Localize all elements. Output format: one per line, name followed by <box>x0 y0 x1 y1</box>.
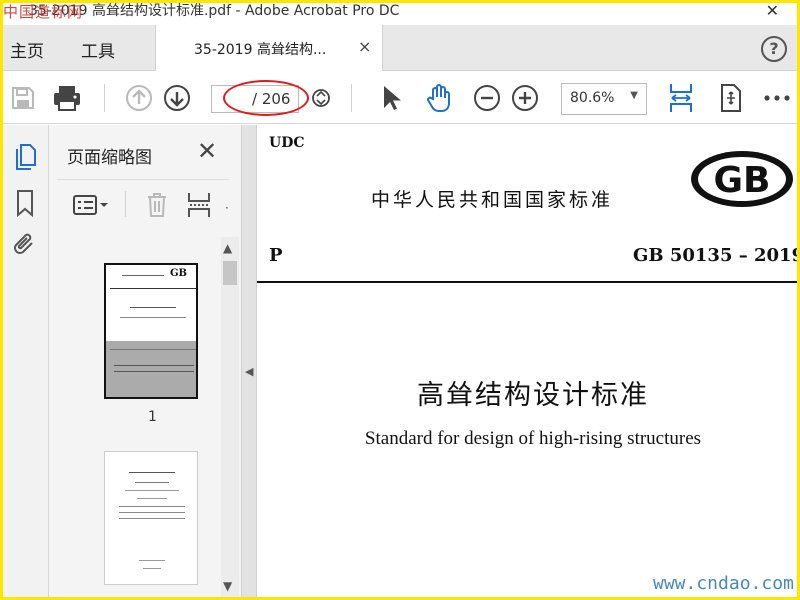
panel-more-icon[interactable]: · <box>225 201 229 215</box>
tab-row: 主页 工具 35-2019 高耸结构... × ? <box>3 25 797 71</box>
watermark-top: 中国道标网 <box>3 3 84 21</box>
document-view[interactable]: UDC 中华人民共和国国家标准 GB P GB 50135 – 2019 高耸结… <box>257 125 797 597</box>
highlight-annotation <box>223 80 309 116</box>
doc-standard-code: GB 50135 – 2019 <box>633 245 797 266</box>
panel-title: 页面缩略图 <box>67 148 152 168</box>
panel-toolbar: · <box>49 183 241 225</box>
print-icon[interactable] <box>51 82 83 114</box>
fit-width-icon[interactable] <box>665 82 697 114</box>
document-tab-label: 35-2019 高耸结构... <box>194 42 327 58</box>
thumbnail-scrollbar[interactable]: ▲ ▼ <box>221 237 239 597</box>
doc-udc: UDC <box>269 135 305 151</box>
zoom-value: 80.6% <box>570 90 615 106</box>
panel-collapse-strip[interactable]: ◀ <box>241 125 257 597</box>
toolbar-separator <box>104 84 105 112</box>
document-tab[interactable]: 35-2019 高耸结构... × <box>155 25 383 71</box>
panel-divider <box>57 179 229 180</box>
scroll-down-icon[interactable]: ▼ <box>223 579 232 593</box>
zoom-in-icon[interactable] <box>509 82 541 114</box>
gb-logo: GB <box>689 149 795 209</box>
save-icon[interactable] <box>7 82 39 114</box>
doc-title-english: Standard for design of high-rising struc… <box>364 428 702 449</box>
select-arrow-icon[interactable] <box>375 82 407 114</box>
toolbar-separator <box>351 84 352 112</box>
tab-close-button[interactable]: × <box>358 37 371 56</box>
thumbnail-footer-band <box>106 341 196 397</box>
home-menu[interactable]: 主页 <box>10 37 44 62</box>
zoom-dropdown[interactable]: 80.6% ▼ <box>561 83 647 115</box>
insert-pages-icon[interactable] <box>183 189 215 221</box>
hand-icon[interactable] <box>423 82 455 114</box>
toolbar: / 206 80.6% ▼ <box>3 72 797 124</box>
page-thumbnails-icon[interactable] <box>9 141 41 173</box>
page-down-icon[interactable] <box>161 82 193 114</box>
thumbnail-page-1[interactable]: GB <box>104 263 198 399</box>
doc-letter: P <box>269 245 283 266</box>
delete-icon[interactable] <box>141 189 173 221</box>
scroll-mode-icon[interactable] <box>715 82 747 114</box>
doc-divider <box>257 281 797 283</box>
thumbnail-options-icon[interactable] <box>71 189 111 221</box>
window-title: 35-2019 高耸结构设计标准.pdf - Adobe Acrobat Pro… <box>29 3 400 19</box>
window-close-button[interactable]: ✕ <box>766 3 779 20</box>
toolbar-separator <box>125 191 126 217</box>
help-icon[interactable]: ? <box>761 36 787 62</box>
zoom-out-icon[interactable] <box>471 82 503 114</box>
doc-title-chinese: 高耸结构设计标准 <box>417 380 649 411</box>
scroll-thumb[interactable] <box>223 261 237 285</box>
watermark-bottom: www.cndao.com <box>653 573 794 594</box>
thumbnails-panel: 页面缩略图 ✕ · GB 1 ▲ ▼ <box>49 125 241 597</box>
page-stepper-icon[interactable] <box>305 82 337 114</box>
more-icon[interactable] <box>761 82 793 114</box>
tools-menu[interactable]: 工具 <box>81 37 115 62</box>
collapse-arrow-icon[interactable]: ◀ <box>245 365 253 378</box>
page-up-icon[interactable] <box>123 82 155 114</box>
doc-standard-org: 中华人民共和国国家标准 <box>371 189 614 211</box>
panel-close-button[interactable]: ✕ <box>197 137 217 165</box>
title-bar: 35-2019 高耸结构设计标准.pdf - Adobe Acrobat Pro… <box>3 3 797 25</box>
chevron-down-icon: ▼ <box>630 90 638 101</box>
thumbnail-list: GB 1 <box>49 233 219 597</box>
thumbnail-page-label: 1 <box>148 409 157 425</box>
left-rail <box>3 125 49 597</box>
thumbnail-gb-logo: GB <box>170 268 187 279</box>
scroll-up-icon[interactable]: ▲ <box>223 241 232 255</box>
gb-logo-text: GB <box>714 160 771 201</box>
app-window: 35-2019 高耸结构设计标准.pdf - Adobe Acrobat Pro… <box>3 3 797 597</box>
thumbnail-page-2[interactable] <box>104 451 198 585</box>
bookmark-icon[interactable] <box>9 187 41 219</box>
attachment-icon[interactable] <box>9 229 41 261</box>
